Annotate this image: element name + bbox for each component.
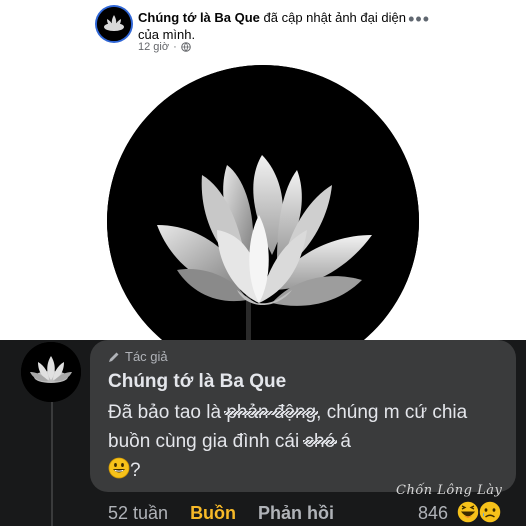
author-badge: Tác giả [108,349,168,364]
comment-time[interactable]: 52 tuần [108,503,168,524]
profile-photo[interactable] [107,65,419,377]
haha-icon [456,500,480,524]
censored-word: phản động [224,398,318,427]
white-lotus-image [107,65,419,377]
lotus-avatar-image [97,7,131,41]
sad-icon [478,500,502,524]
thread-line [51,395,53,526]
lotus-avatar-image [21,342,81,402]
post-timestamp[interactable]: 12 giờ · [138,41,191,53]
react-button[interactable]: Buồn [190,503,236,524]
globe-icon [180,42,191,52]
grinning-emoji-icon [108,457,130,479]
more-options-icon[interactable]: ••• [408,9,430,30]
censored-word: chó [302,427,337,456]
comment-text-part: á [335,431,351,452]
comment-actions: 52 tuần Buồn Phản hồi [108,503,334,524]
post-author-name[interactable]: Chúng tớ là Ba Que [138,10,260,25]
comment-text-part: Đã bảo tao là [108,402,227,423]
comment-text: Đã bảo tao là phản động, chúng m cứ chia… [108,398,508,485]
reply-button[interactable]: Phản hồi [258,503,334,524]
author-avatar[interactable] [97,7,131,41]
profile-update-post: Chúng tớ là Ba Que đã cập nhật ảnh đại d… [0,0,526,377]
post-header-text: Chúng tớ là Ba Que đã cập nhật ảnh đại d… [138,9,408,43]
reaction-count[interactable]: 846 [418,503,448,524]
comment-author-name[interactable]: Chúng tớ là Ba Que [108,371,286,393]
author-badge-label: Tác giả [125,349,168,364]
pen-icon [109,352,119,362]
post-time-label: 12 giờ [138,41,170,53]
commenter-avatar[interactable] [21,342,81,402]
watermark-text: Chốn Lông Lày [396,483,503,498]
comment-text-part: ? [130,460,141,481]
reaction-icons[interactable] [456,500,504,524]
